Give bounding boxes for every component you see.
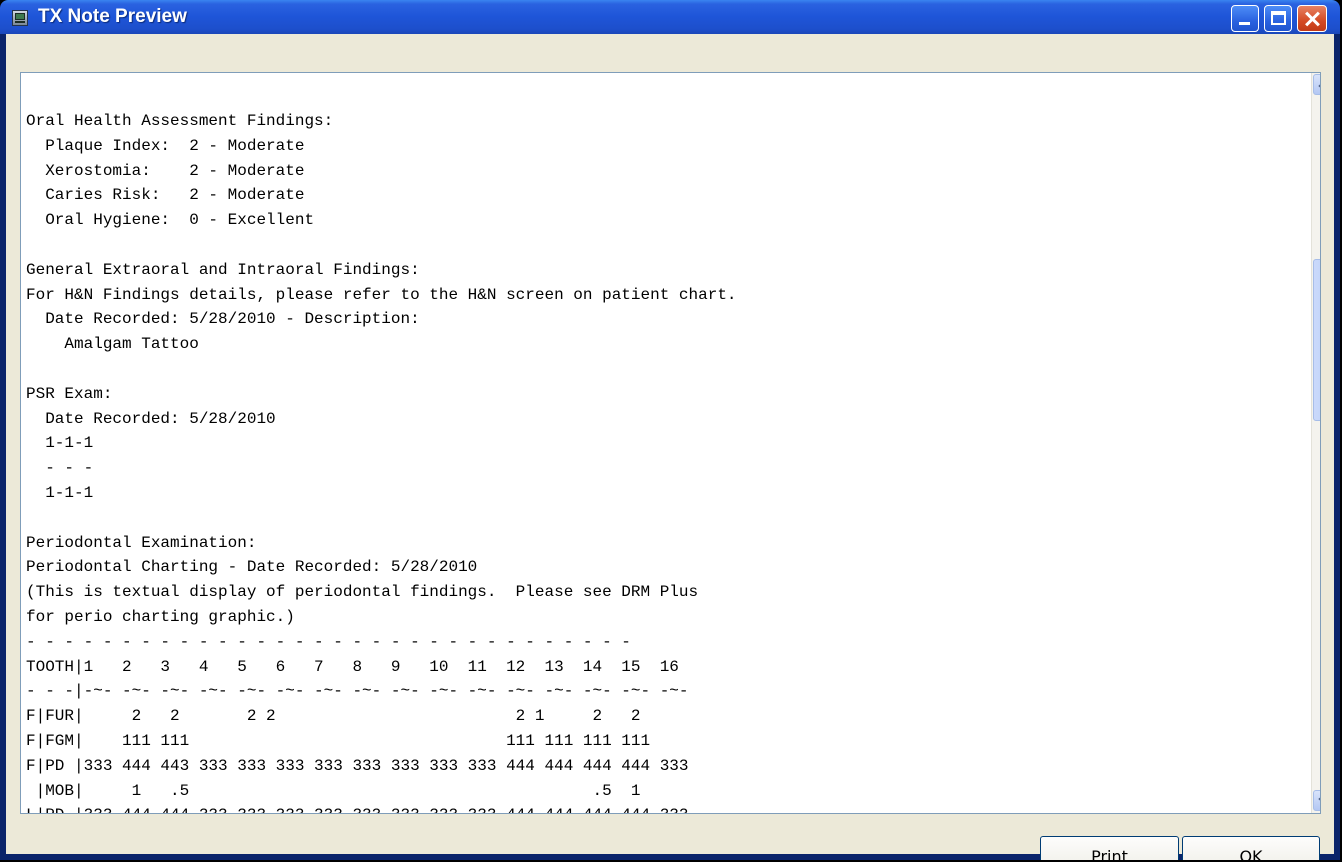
grip-icon [1320,332,1321,340]
print-button[interactable]: Print [1040,836,1179,860]
note-line: Xerostomia: 2 - Moderate [26,161,305,180]
note-line: For H&N Findings details, please refer t… [26,285,737,304]
chevron-down-icon [1318,793,1320,805]
note-line: Periodontal Examination: [26,533,257,552]
title-bar[interactable]: TX Note Preview [0,0,1340,34]
note-line: |MOB| 1 .5 .5 1 [26,781,641,800]
note-text: Oral Health Assessment Findings: Plaque … [26,109,737,813]
note-line: - - -|-~- -~- -~- -~- -~- -~- -~- -~- -~… [26,682,689,701]
note-line: L|PD |333 444 444 333 333 333 333 333 33… [26,803,737,813]
note-line: Periodontal Charting - Date Recorded: 5/… [26,558,478,577]
close-button[interactable] [1297,5,1327,32]
maximize-button[interactable] [1264,5,1292,32]
note-line: F|PD |333 444 443 333 333 333 333 333 33… [26,756,689,775]
note-line: F|FUR| 2 2 2 2 2 1 2 2 [26,707,641,726]
note-line: - - - - - - - - - - - - - - - - - - - - … [26,632,631,651]
note-line: Date Recorded: 5/28/2010 - Description: [26,310,420,329]
minimize-button[interactable] [1231,5,1259,32]
note-line: Amalgam Tattoo [26,335,199,354]
note-line: Oral Hygiene: 0 - Excellent [26,211,315,230]
close-icon [1298,6,1326,31]
vertical-scrollbar[interactable] [1311,73,1321,813]
note-line: - - - [26,459,94,478]
note-line: (This is textual display of periodontal … [26,583,699,602]
ok-button[interactable]: OK [1182,836,1320,860]
note-line: 1-1-1 [26,483,94,502]
note-line: F|FGM| 111 111 111 111 111 111 [26,731,651,750]
note-line [26,506,737,531]
note-line: TOOTH|1 2 3 4 5 6 7 8 9 10 11 12 13 14 1… [26,657,679,676]
note-line [26,357,737,382]
note-line: Caries Risk: 2 - Moderate [26,186,305,205]
maximize-icon [1271,11,1286,25]
note-line: Oral Health Assessment Findings: [26,112,334,130]
dialog-body: Oral Health Assessment Findings: Plaque … [6,34,1334,860]
note-line: Plaque Index: 2 - Moderate [26,136,305,155]
scroll-down-button[interactable] [1313,790,1320,811]
window-title: TX Note Preview [38,6,187,27]
note-line: Date Recorded: 5/28/2010 [26,409,276,428]
note-line: PSR Exam: [26,384,113,403]
note-text-area[interactable]: Oral Health Assessment Findings: Plaque … [20,72,1321,814]
note-line: 1-1-1 [26,434,94,453]
note-line: General Extraoral and Intraoral Findings… [26,260,420,279]
minimize-icon [1239,22,1250,25]
scroll-up-button[interactable] [1313,74,1320,95]
note-line: for perio charting graphic.) [26,607,295,626]
note-line [26,233,737,258]
preview-window-icon[interactable] [12,10,28,26]
scrollbar-thumb[interactable] [1313,259,1321,421]
chevron-up-icon [1318,80,1320,92]
tx-note-preview-window: TX Note Preview Oral Health Assessment F… [0,0,1340,860]
